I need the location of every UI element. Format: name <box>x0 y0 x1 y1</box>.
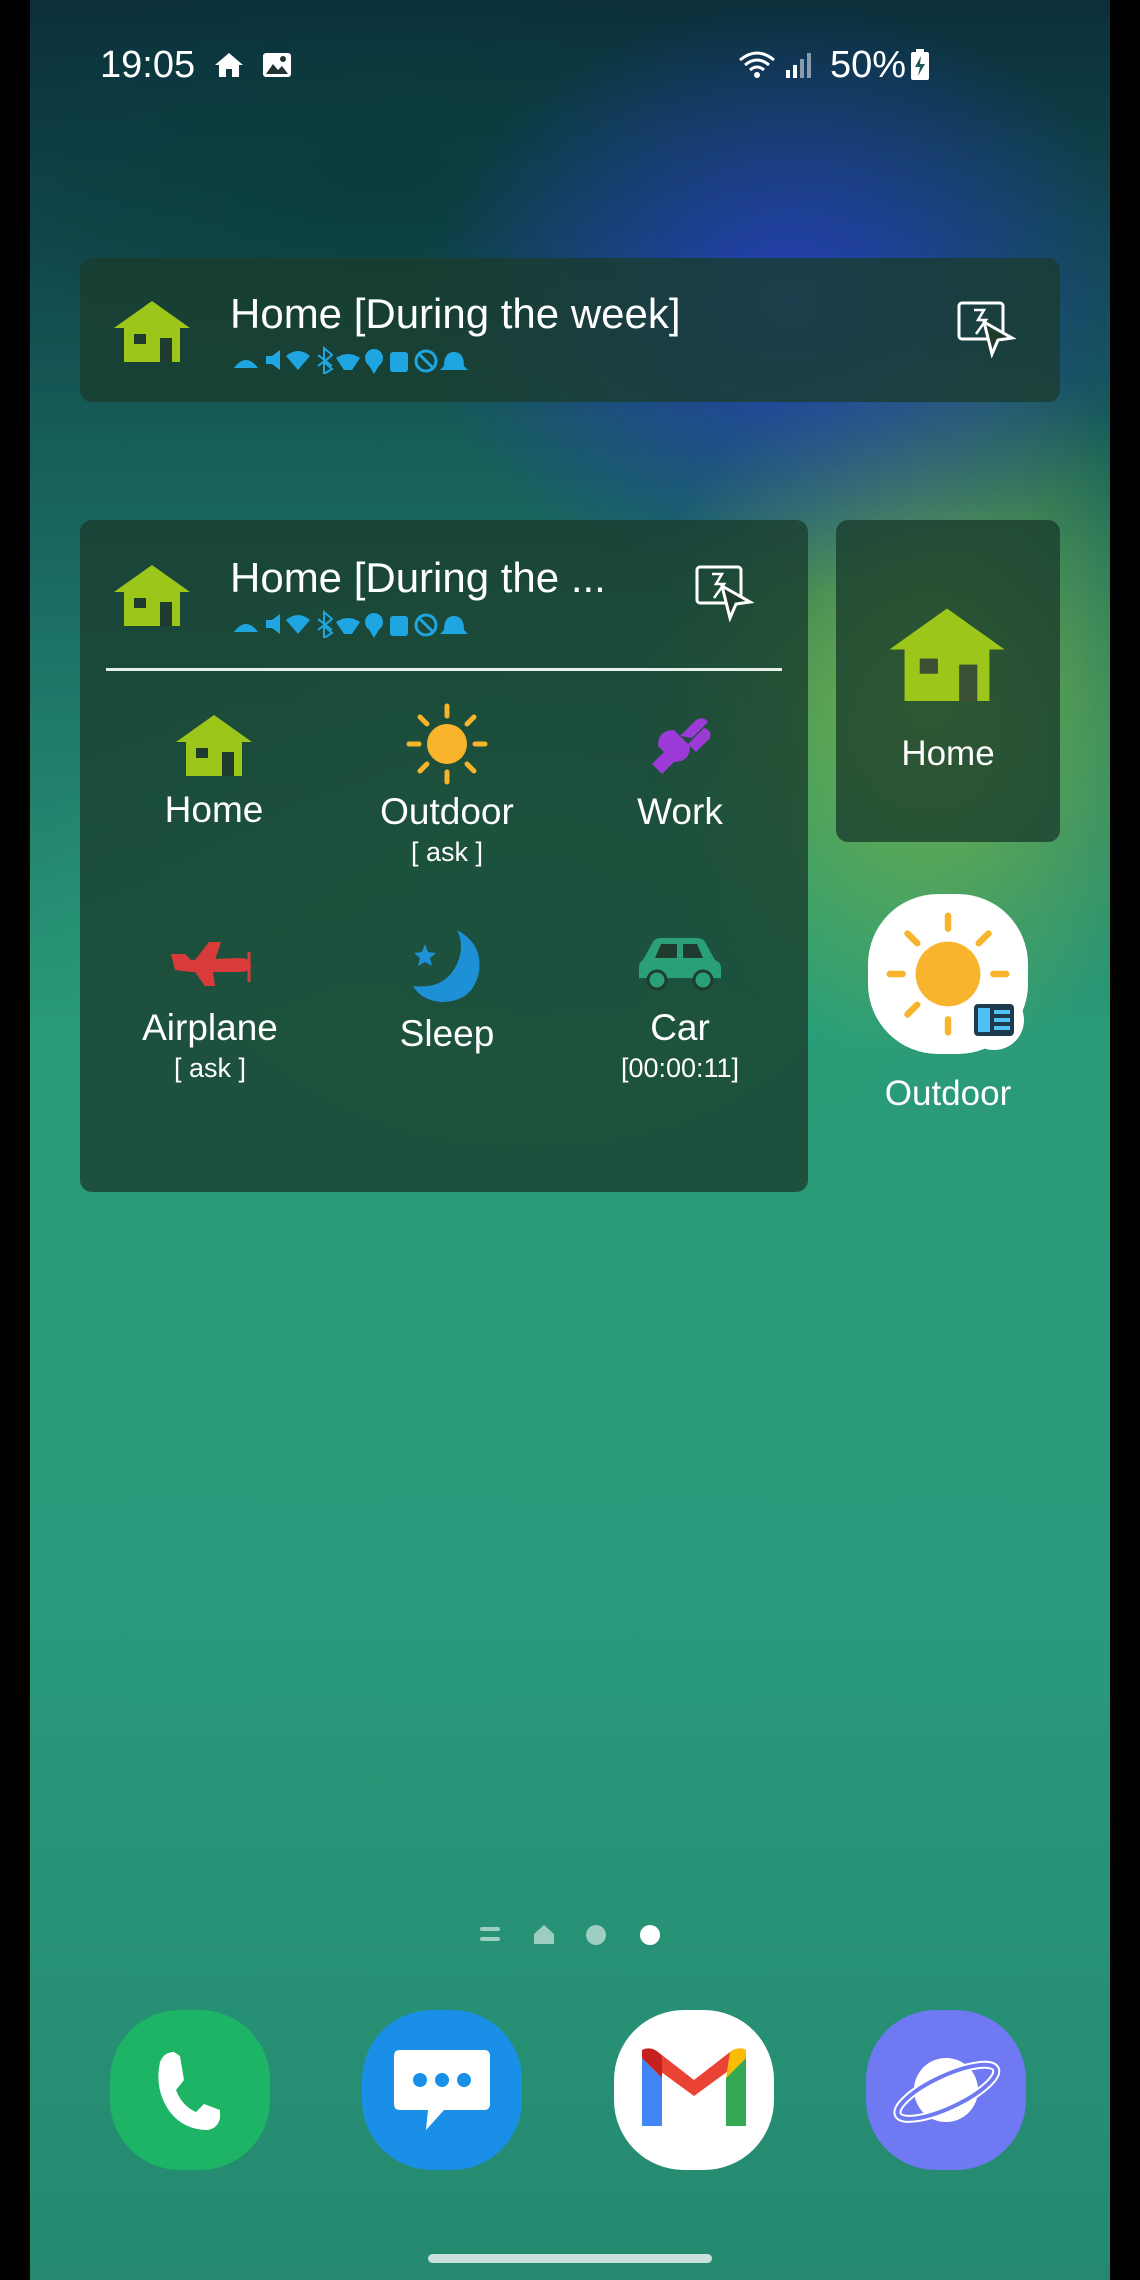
profile-item-sub: [00:00:11] <box>620 1053 740 1083</box>
car-icon <box>639 938 721 991</box>
image-notification-icon <box>263 53 291 77</box>
profile-settings-icons <box>232 346 532 374</box>
battery-percent: 50% <box>830 44 907 86</box>
home-icon <box>889 608 1005 701</box>
profile-item-outdoor[interactable]: Outdoor [ ask ] <box>337 702 557 868</box>
moon-icon <box>413 930 480 1002</box>
page-indicator[interactable] <box>478 1922 668 1953</box>
app-badge <box>964 990 1024 1050</box>
profile-item-work[interactable]: Work <box>570 702 790 833</box>
phone-icon <box>158 2052 220 2130</box>
sun-icon <box>406 703 488 785</box>
profile-item-label: Car <box>650 1007 710 1048</box>
profile-item-label: Airplane <box>142 1007 278 1048</box>
gmail-app-icon[interactable] <box>614 2010 774 2170</box>
launch-profile-icon[interactable] <box>956 300 1016 358</box>
settings-status-icon <box>234 610 468 638</box>
profile-item-label: Work <box>637 791 723 832</box>
profile-app-badge-icon <box>974 1004 1014 1036</box>
clock: 19:05 <box>100 44 196 86</box>
gmail-icon <box>642 2048 746 2126</box>
profile-title: Home [During the ... <box>230 554 606 601</box>
profile-item-sub: [ ask ] <box>173 1053 247 1083</box>
plug-icon <box>652 718 711 774</box>
messages-icon <box>394 2050 490 2130</box>
status-bar: 19:05 50% <box>30 0 1110 130</box>
messages-app-icon[interactable] <box>362 2010 522 2170</box>
wifi-icon <box>739 51 775 78</box>
launch-profile-icon[interactable] <box>694 564 754 622</box>
profile-item-label: Home <box>164 789 264 830</box>
profile-item-sleep[interactable]: Sleep <box>337 924 557 1055</box>
profile-settings-icons <box>232 610 532 638</box>
internet-icon <box>893 2058 1001 2123</box>
home-icon <box>114 301 190 362</box>
profile-item-sub: [ ask ] <box>410 837 484 867</box>
outdoor-shortcut-label: Outdoor <box>884 1074 1012 1113</box>
outdoor-shortcut[interactable] <box>868 894 1028 1054</box>
profile-item-car[interactable]: Car [00:00:11] <box>570 930 790 1084</box>
divider <box>106 668 782 671</box>
page-indicator-dots <box>480 1925 660 1945</box>
home-icon <box>114 565 190 626</box>
profile-item-label: Outdoor <box>380 791 514 832</box>
airplane-icon <box>171 942 251 986</box>
profile-bar-widget[interactable]: Home [During the week] <box>80 258 1060 402</box>
profile-item-home[interactable]: Home <box>104 712 324 831</box>
single-profile-label: Home <box>901 734 995 773</box>
profile-title: Home [During the week] <box>230 290 681 337</box>
internet-app-icon[interactable] <box>866 2010 1026 2170</box>
battery-charging-icon <box>911 49 929 80</box>
profile-item-label: Sleep <box>399 1013 495 1054</box>
home-notification-icon <box>215 53 243 77</box>
profile-item-airplane[interactable]: Airplane [ ask ] <box>100 930 320 1084</box>
single-profile-widget[interactable]: Home <box>836 520 1060 842</box>
signal-icon <box>786 53 811 78</box>
home-icon <box>176 715 252 776</box>
settings-status-icon <box>234 346 468 374</box>
profile-list-widget: Home [During the ... Home Outdoor [ask … <box>80 520 808 1192</box>
gesture-bar[interactable] <box>428 2254 712 2263</box>
phone-app-icon[interactable] <box>110 2010 270 2170</box>
home-screen: 19:05 50% Home [During the week] Home [D… <box>30 0 1110 2280</box>
